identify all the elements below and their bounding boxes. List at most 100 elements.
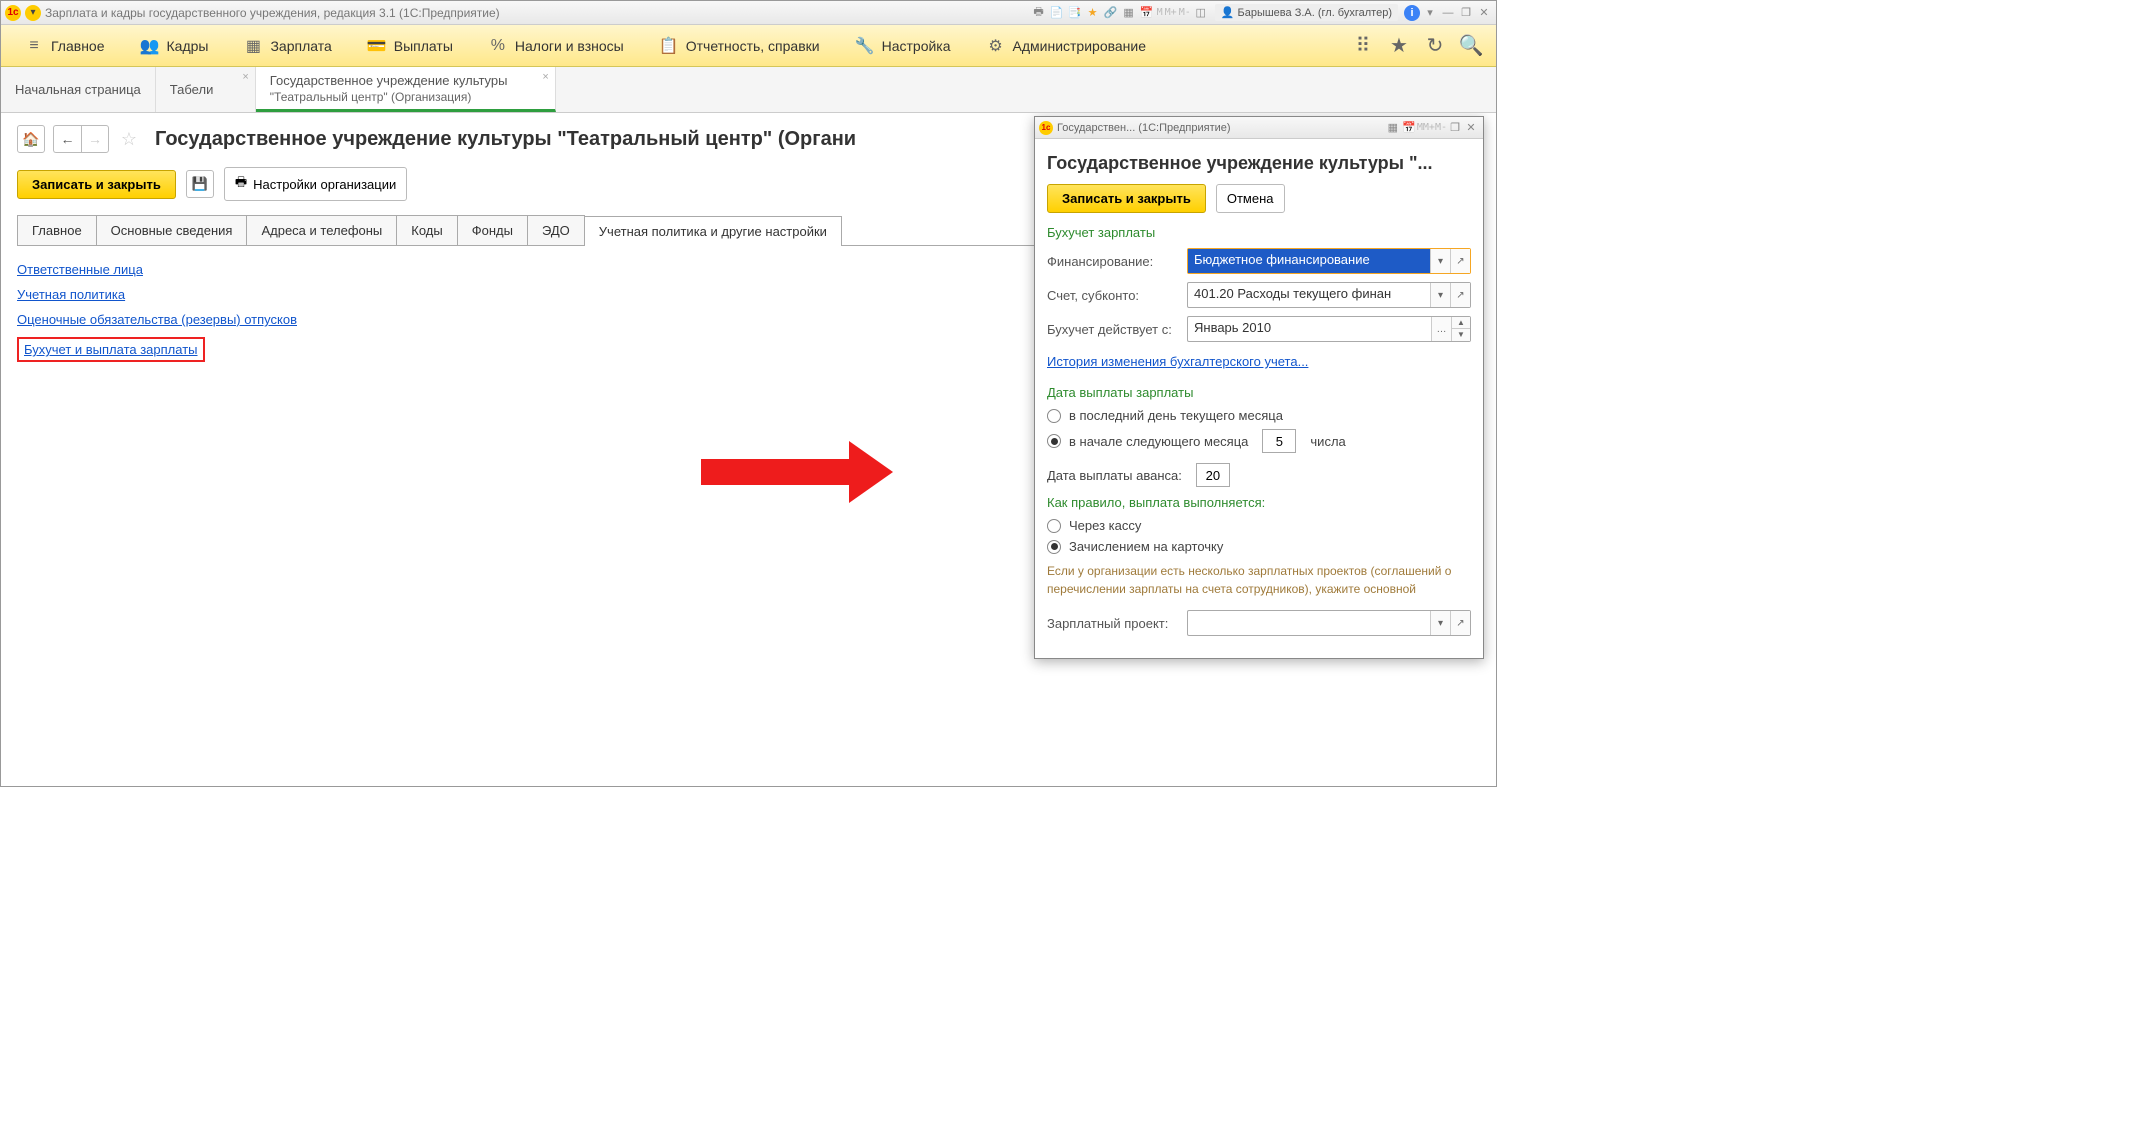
memory-mminus[interactable]: M-: [1179, 7, 1191, 18]
dropdown-button[interactable]: ▾: [1430, 611, 1450, 635]
dropdown-icon[interactable]: ▾: [25, 5, 41, 21]
tab-organization[interactable]: Государственное учреждение культуры "Теа…: [256, 67, 556, 112]
menu-reports[interactable]: 📋Отчетность, справки: [642, 31, 838, 61]
subtab-codes[interactable]: Коды: [396, 215, 457, 245]
link-responsible[interactable]: Ответственные лица: [17, 262, 143, 277]
salary-project-combo[interactable]: ▾ ↗: [1187, 610, 1471, 636]
tab-tabels[interactable]: Табели×: [156, 67, 256, 112]
spin-up-button[interactable]: ▲: [1452, 317, 1470, 329]
link-icon[interactable]: 🔗: [1103, 5, 1119, 21]
doc-icon[interactable]: 📄: [1049, 5, 1065, 21]
advance-input[interactable]: [1196, 463, 1230, 487]
open-button[interactable]: ↗: [1450, 249, 1470, 273]
app-icon: 1c: [1039, 121, 1053, 135]
printer-icon: 🖶: [235, 173, 247, 195]
calendar-icon[interactable]: 📅: [1401, 120, 1417, 136]
calendar-icon[interactable]: 📅: [1139, 5, 1155, 21]
close-icon[interactable]: ✕: [1476, 5, 1492, 21]
open-button[interactable]: ↗: [1450, 611, 1470, 635]
menu-payments[interactable]: 💳Выплаты: [350, 31, 471, 61]
menu-main[interactable]: ≡Главное: [7, 31, 123, 61]
day-input[interactable]: [1262, 429, 1296, 453]
account-value[interactable]: 401.20 Расходы текущего финан: [1188, 283, 1430, 307]
active-from-value[interactable]: Январь 2010: [1188, 317, 1431, 341]
link-reserves[interactable]: Оценочные обязательства (резервы) отпуск…: [17, 312, 297, 327]
financing-combo[interactable]: Бюджетное финансирование ▾ ↗: [1187, 248, 1471, 274]
link-history[interactable]: История изменения бухгалтерского учета..…: [1047, 354, 1308, 369]
salary-project-value[interactable]: [1188, 611, 1430, 635]
percent-icon: %: [489, 37, 507, 55]
print-icon[interactable]: 🖶: [1031, 5, 1047, 21]
org-settings-button[interactable]: 🖶Настройки организации: [224, 167, 407, 201]
calc-icon[interactable]: ▦: [1121, 5, 1137, 21]
history-icon[interactable]: ↻: [1426, 37, 1444, 55]
memory-m[interactable]: M: [1157, 7, 1163, 18]
minimize-icon[interactable]: —: [1440, 5, 1456, 21]
radio-card[interactable]: [1047, 540, 1061, 554]
subtab-addresses[interactable]: Адреса и телефоны: [246, 215, 397, 245]
menu-admin[interactable]: ⚙Администрирование: [969, 31, 1165, 61]
menu-personnel[interactable]: 👥Кадры: [123, 31, 227, 61]
options-arrow-icon[interactable]: ▾: [1422, 5, 1438, 21]
radio-cash-label: Через кассу: [1069, 518, 1141, 533]
radio-next-month-label: в начале следующего месяца: [1069, 434, 1248, 449]
link-payroll-accounting[interactable]: Бухучет и выплата зарплаты: [17, 337, 205, 362]
subtab-basic[interactable]: Основные сведения: [96, 215, 248, 245]
menu-settings[interactable]: 🔧Настройка: [838, 31, 969, 61]
subtab-funds[interactable]: Фонды: [457, 215, 528, 245]
favorites-icon[interactable]: ★: [1390, 37, 1408, 55]
page-content: 🏠 ← → ☆ Государственное учреждение культ…: [1, 113, 1496, 786]
tab-close-icon[interactable]: ×: [242, 71, 248, 83]
subtab-edo[interactable]: ЭДО: [527, 215, 585, 245]
maximize-icon[interactable]: ❐: [1458, 5, 1474, 21]
wrench-icon: 🔧: [856, 37, 874, 55]
menu-taxes[interactable]: %Налоги и взносы: [471, 31, 642, 61]
dialog-save-close-button[interactable]: Записать и закрыть: [1047, 184, 1206, 213]
page-title: Государственное учреждение культуры "Теа…: [155, 128, 856, 151]
search-icon[interactable]: 🔍: [1462, 37, 1480, 55]
memory-mplus[interactable]: M+: [1165, 7, 1177, 18]
tab-home[interactable]: Начальная страница: [1, 67, 156, 112]
grid-icon: ▦: [244, 37, 262, 55]
info-icon[interactable]: i: [1404, 5, 1420, 21]
save-button[interactable]: 💾: [186, 170, 214, 198]
link-accounting-policy[interactable]: Учетная политика: [17, 287, 125, 302]
save-and-close-button[interactable]: Записать и закрыть: [17, 170, 176, 199]
hint-text: Если у организации есть несколько зарпла…: [1047, 562, 1471, 598]
app-icon: 1c: [5, 5, 21, 21]
app-title: Зарплата и кадры государственного учрежд…: [45, 6, 500, 20]
memory-mminus[interactable]: M-: [1435, 122, 1447, 133]
memory-mplus[interactable]: M+: [1423, 122, 1435, 133]
calc-icon[interactable]: ▦: [1385, 120, 1401, 136]
subtab-main[interactable]: Главное: [17, 215, 97, 245]
star-icon[interactable]: ★: [1085, 5, 1101, 21]
menu-salary[interactable]: ▦Зарплата: [226, 31, 349, 61]
label-salary-project: Зарплатный проект:: [1047, 616, 1187, 631]
dropdown-button[interactable]: ▾: [1430, 283, 1450, 307]
radio-last-day[interactable]: [1047, 409, 1061, 423]
nav-back-button[interactable]: ←: [53, 125, 81, 153]
spin-down-button[interactable]: ▼: [1452, 329, 1470, 341]
account-combo[interactable]: 401.20 Расходы текущего финан ▾ ↗: [1187, 282, 1471, 308]
ellipsis-button[interactable]: …: [1431, 317, 1451, 341]
date-spinner[interactable]: ▲▼: [1451, 317, 1470, 341]
nav-forward-button[interactable]: →: [81, 125, 109, 153]
active-from-field[interactable]: Январь 2010 … ▲▼: [1187, 316, 1471, 342]
radio-cash[interactable]: [1047, 519, 1061, 533]
tab-close-icon[interactable]: ×: [542, 71, 548, 83]
close-dialog-icon[interactable]: ✕: [1463, 120, 1479, 136]
dialog-cancel-button[interactable]: Отмена: [1216, 184, 1285, 213]
maximize-dialog-icon[interactable]: ❐: [1447, 120, 1463, 136]
card-icon: 💳: [368, 37, 386, 55]
financing-value[interactable]: Бюджетное финансирование: [1188, 249, 1430, 273]
home-button[interactable]: 🏠: [17, 125, 45, 153]
favorite-button[interactable]: ☆: [117, 127, 141, 151]
radio-next-month[interactable]: [1047, 434, 1061, 448]
dropdown-button[interactable]: ▾: [1430, 249, 1450, 273]
copy-icon[interactable]: 📑: [1067, 5, 1083, 21]
apps-icon[interactable]: ⠿: [1354, 37, 1372, 55]
panels-icon[interactable]: ◫: [1193, 5, 1209, 21]
open-button[interactable]: ↗: [1450, 283, 1470, 307]
user-badge[interactable]: 👤 Барышева З.А. (гл. бухгалтер): [1215, 4, 1398, 21]
subtab-policy[interactable]: Учетная политика и другие настройки: [584, 216, 842, 246]
